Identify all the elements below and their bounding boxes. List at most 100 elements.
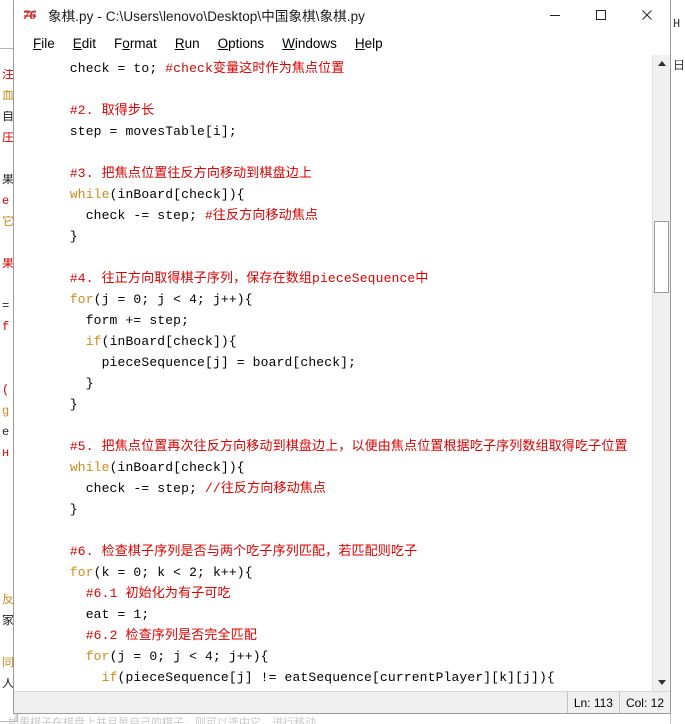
code-line: eat = 0; [38, 688, 628, 691]
code-text: form += step; [38, 313, 190, 328]
status-column-indicator: Col: 12 [618, 692, 670, 713]
code-line: if(inBoard[check]){ [38, 331, 628, 352]
background-window-bottom-text: 如果棋子在棋盘上并且是自己的棋子，则可以选中它，进行移动 [8, 717, 316, 724]
background-window-right[interactable]: H日 [670, 0, 685, 724]
menu-item-format[interactable]: Format [105, 34, 166, 53]
menu-bar: File Edit Format Run Options Windows Help [14, 31, 670, 55]
status-spacer [14, 692, 567, 713]
scroll-down-button[interactable] [653, 674, 670, 691]
code-comment: #4. 往正方向取得棋子序列，保存在数组pieceSequence中 [69, 271, 429, 286]
code-line: #2. 取得步长 [38, 100, 628, 121]
chevron-down-icon [657, 680, 666, 685]
menu-mnemonic: E [72, 35, 82, 51]
code-line: step = movesTable[i]; [38, 121, 628, 142]
code-text: check -= step; [38, 208, 205, 223]
menu-item-edit[interactable]: Edit [64, 34, 105, 53]
code-line: while(inBoard[check]){ [38, 184, 628, 205]
code-line: for(j = 0; j < 4; j++){ [38, 289, 628, 310]
window-controls [532, 0, 670, 30]
code-keyword: if [101, 670, 118, 685]
menu-mnemonic: H [354, 35, 365, 51]
code-text: } [38, 397, 78, 412]
code-line: } [38, 394, 628, 415]
idle-editor-window: 76 象棋.py - C:\Users\lenovo\Desktop\中国象棋\… [13, 0, 671, 714]
status-bar: Ln: 113 Col: 12 [14, 691, 670, 713]
code-text: (inBoard[check]){ [109, 460, 245, 475]
menu-mnemonic: F [33, 35, 42, 51]
scrollbar-thumb[interactable] [654, 221, 669, 293]
code-keyword: for [69, 292, 94, 307]
code-line: form += step; [38, 310, 628, 331]
status-line-indicator: Ln: 113 [566, 692, 619, 713]
code-text-area[interactable]: check = to; #check变量这时作为焦点位置 #2. 取得步长 st… [14, 55, 652, 691]
svg-text:76: 76 [23, 7, 37, 22]
code-text: (j = 0; j < 4; j++){ [93, 292, 253, 307]
code-text: (j = 0; j < 4; j++){ [109, 649, 269, 664]
code-text: (k = 0; k < 2; k++){ [93, 565, 253, 580]
menu-item-windows[interactable]: Windows [273, 34, 346, 53]
code-keyword: while [69, 460, 110, 475]
code-keyword: if [85, 334, 102, 349]
code-line: for(j = 0; j < 4; j++){ [38, 646, 628, 667]
minimize-icon [550, 15, 560, 16]
code-comment: #check变量这时作为焦点位置 [165, 61, 345, 76]
minimize-button[interactable] [532, 0, 578, 30]
scroll-up-button[interactable] [653, 55, 670, 72]
vertical-scrollbar[interactable] [652, 55, 670, 691]
code-line: for(k = 0; k < 2; k++){ [38, 562, 628, 583]
code-line: check -= step; #往反方向移动焦点 [38, 205, 628, 226]
code-line: #4. 往正方向取得棋子序列，保存在数组pieceSequence中 [38, 268, 628, 289]
code-text: (pieceSequence[j] != eatSequence[current… [117, 670, 555, 685]
close-icon [642, 10, 652, 20]
code-keyword: while [69, 187, 110, 202]
menu-item-options[interactable]: Options [209, 34, 274, 53]
editor-area: check = to; #check变量这时作为焦点位置 #2. 取得步长 st… [14, 55, 670, 691]
code-comment: #6.1 初始化为有子可吃 [85, 586, 231, 601]
code-comment: #5. 把焦点位置再次往反方向移动到棋盘边上，以便由焦点位置根据吃子序列数组取得… [69, 439, 628, 454]
desktop-background: 注血自庄果 e 它果 = f(g e н 反家同人 H日 如果棋子在棋盘上并且是自己的棋子，则… [0, 0, 685, 724]
code-text: pieceSequence[j] = board[check]; [38, 355, 357, 370]
window-title: 象棋.py - C:\Users\lenovo\Desktop\中国象棋\象棋.… [48, 9, 366, 24]
code-line: } [38, 226, 628, 247]
code-line: #6.1 初始化为有子可吃 [38, 583, 628, 604]
menu-item-help[interactable]: Help [346, 34, 392, 53]
code-text: check -= step; [38, 481, 205, 496]
code-keyword: for [69, 565, 94, 580]
background-text-fragment-right: 日 [673, 60, 685, 73]
code-line: while(inBoard[check]){ [38, 457, 628, 478]
code-comment: #6. 检查棋子序列是否与两个吃子序列匹配，若匹配则吃子 [69, 544, 418, 559]
code-text: (inBoard[check]){ [109, 187, 245, 202]
menu-item-file[interactable]: File [24, 34, 64, 53]
title-bar[interactable]: 76 象棋.py - C:\Users\lenovo\Desktop\中国象棋\… [14, 0, 670, 31]
code-comment: #2. 取得步长 [69, 103, 155, 118]
menu-mnemonic: o [122, 35, 130, 51]
close-button[interactable] [624, 0, 670, 30]
code-line: #3. 把焦点位置往反方向移动到棋盘边上 [38, 163, 628, 184]
code-line: #6. 检查棋子序列是否与两个吃子序列匹配，若匹配则吃子 [38, 541, 628, 562]
code-comment: #6.2 检查序列是否完全匹配 [85, 628, 257, 643]
code-text: (inBoard[check]){ [101, 334, 237, 349]
code-text: } [38, 502, 78, 517]
code-comment: #3. 把焦点位置往反方向移动到棋盘边上 [69, 166, 313, 181]
maximize-button[interactable] [578, 0, 624, 30]
code-line: if(pieceSequence[j] != eatSequence[curre… [38, 667, 628, 688]
code-line: #5. 把焦点位置再次往反方向移动到棋盘边上，以便由焦点位置根据吃子序列数组取得… [38, 436, 628, 457]
code-text: } [38, 376, 94, 391]
background-text-fragment-right: H [673, 18, 681, 31]
code-keyword: for [85, 649, 110, 664]
menu-item-run[interactable]: Run [166, 34, 209, 53]
